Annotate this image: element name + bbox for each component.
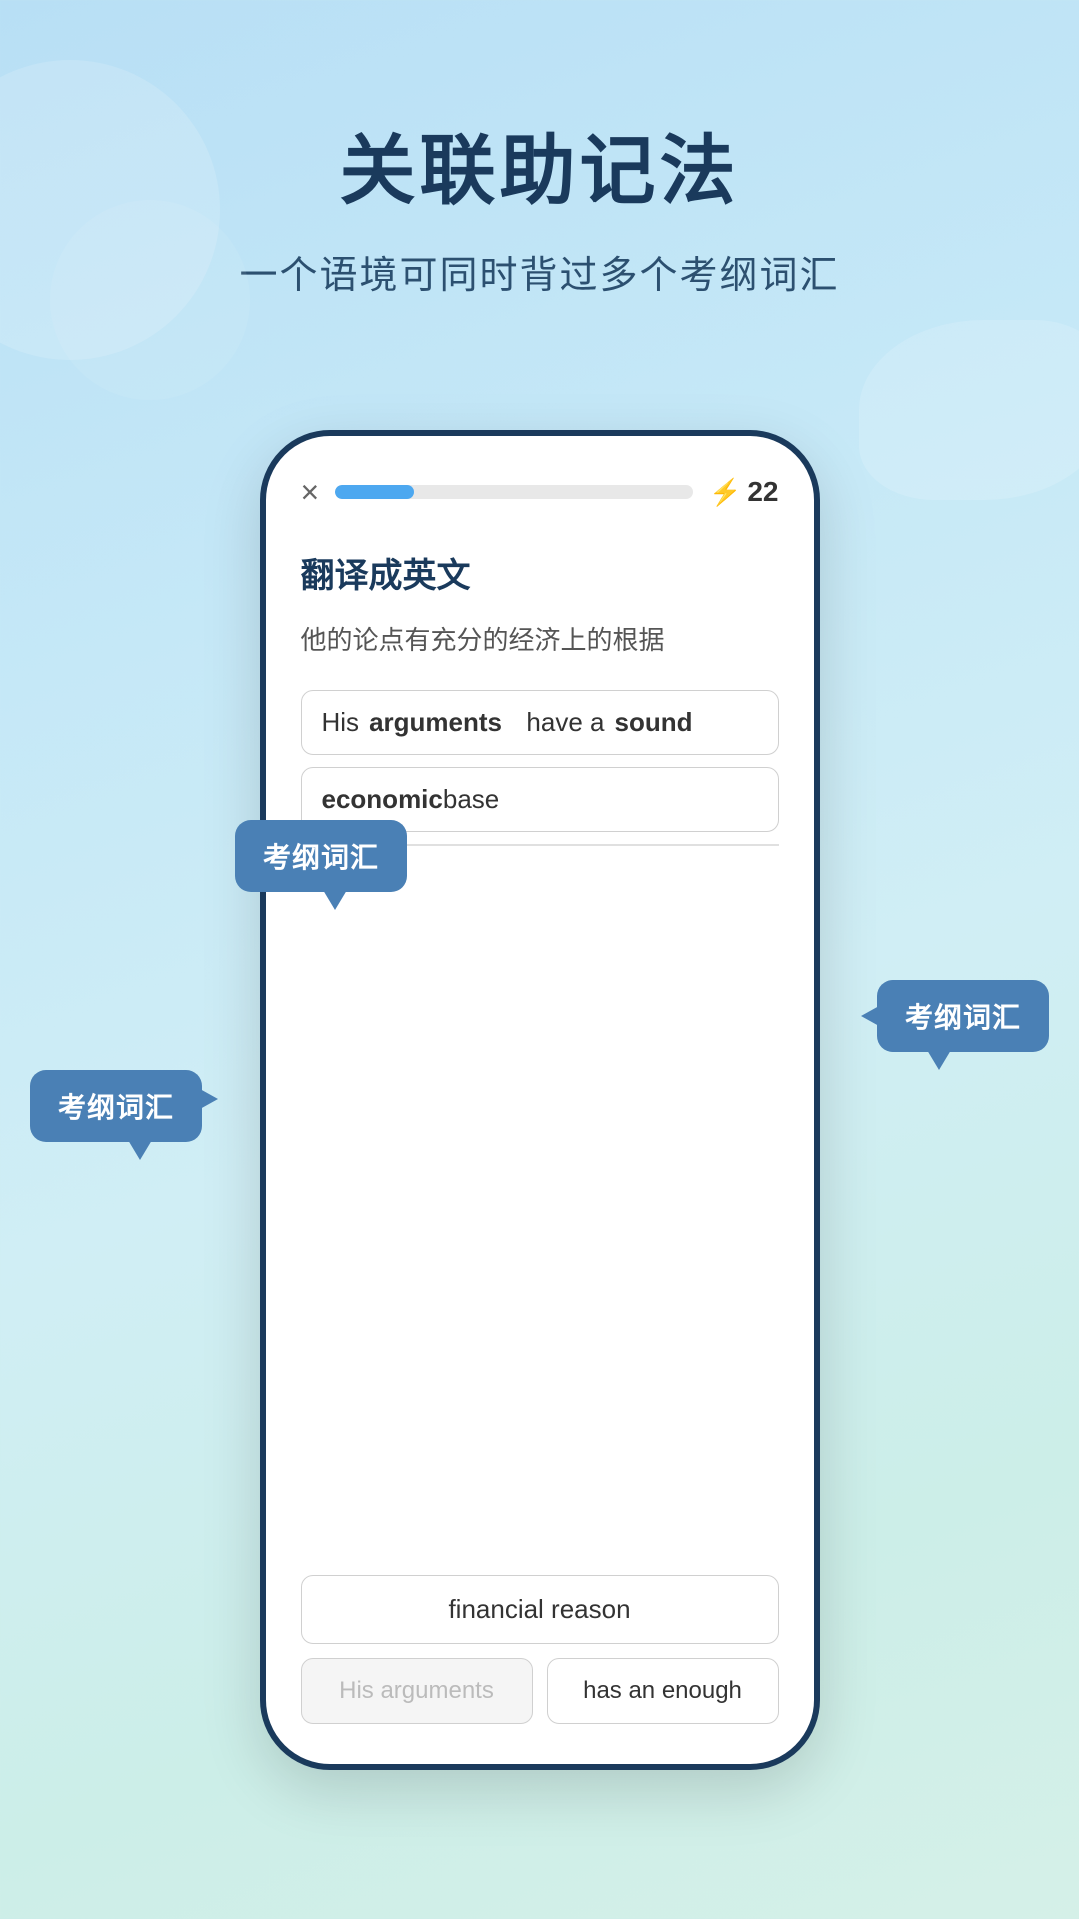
tooltip-2-arrow	[861, 1006, 879, 1026]
answer-row2-bold: economic	[322, 784, 443, 815]
option-his-arguments[interactable]: His arguments	[301, 1658, 533, 1724]
bg-decoration-2	[859, 320, 1079, 500]
tooltip-bubble-2: 考纲词汇	[877, 980, 1049, 1052]
progress-bar-fill	[335, 485, 414, 499]
option-text-2b: has an enough	[583, 1677, 742, 1705]
score-area: ⚡ 22	[709, 476, 779, 508]
answer-row2-text: base	[443, 784, 499, 815]
answer-row1-bold1: arguments	[369, 707, 502, 738]
phone-content: × ⚡ 22 翻译成英文 他的论点有充分的经济上的根据 His argument…	[266, 436, 814, 1764]
answer-row-1: His arguments have a sound	[301, 690, 779, 755]
option-text-2a: His arguments	[339, 1677, 494, 1705]
progress-bar-container	[335, 485, 693, 499]
option-financial-reason[interactable]: financial reason	[301, 1575, 779, 1644]
tooltip-1-label: 考纲词汇	[263, 842, 379, 873]
tooltip-3-arrow	[200, 1089, 218, 1109]
lightning-icon: ⚡	[709, 477, 741, 508]
chinese-prompt: 他的论点有充分的经济上的根据	[301, 621, 779, 660]
bottom-options: financial reason His arguments has an en…	[301, 1575, 779, 1724]
answer-row1-text2: have a	[512, 707, 605, 738]
tooltip-3-label: 考纲词汇	[58, 1092, 174, 1123]
tooltip-bubble-3: 考纲词汇	[30, 1070, 202, 1142]
phone-frame: × ⚡ 22 翻译成英文 他的论点有充分的经济上的根据 His argument…	[260, 430, 820, 1770]
answer-row1-text1: His	[322, 707, 360, 738]
question-type-label: 翻译成英文	[301, 548, 779, 597]
close-button[interactable]: ×	[301, 476, 320, 508]
option-row-2: His arguments has an enough	[301, 1658, 779, 1724]
option-text-1: financial reason	[448, 1594, 630, 1625]
tooltip-bubble-1: 考纲词汇	[235, 820, 407, 892]
phone-mockup: × ⚡ 22 翻译成英文 他的论点有充分的经济上的根据 His argument…	[260, 430, 820, 1770]
top-bar: × ⚡ 22	[301, 476, 779, 508]
score-value: 22	[747, 476, 778, 508]
bg-decoration-3	[50, 200, 250, 400]
tooltip-2-label: 考纲词汇	[905, 1002, 1021, 1033]
option-has-an-enough[interactable]: has an enough	[547, 1658, 779, 1724]
answer-row1-bold2: sound	[615, 707, 693, 738]
